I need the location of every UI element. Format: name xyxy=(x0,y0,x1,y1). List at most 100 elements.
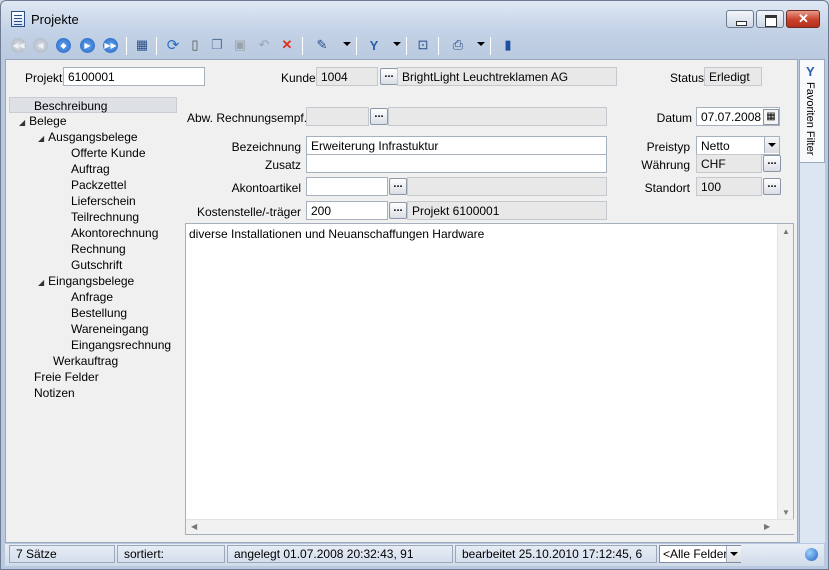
toolbar-separator xyxy=(438,37,439,55)
refresh-icon[interactable]: ⟳ xyxy=(164,36,182,54)
akontoartikel-field[interactable] xyxy=(306,177,388,196)
close-button[interactable] xyxy=(786,10,820,28)
standort-field[interactable]: 100 xyxy=(696,177,762,196)
waehrung-lookup-button[interactable]: ... xyxy=(763,155,781,172)
horizontal-scrollbar[interactable]: ◀ ▶ xyxy=(186,519,794,534)
preistyp-dropdown-icon[interactable] xyxy=(764,137,779,153)
tree-item-label: Offerte Kunde xyxy=(71,146,146,160)
kostenstelle-field[interactable]: 200 xyxy=(306,201,388,220)
tree-item-werkauftrag[interactable]: Werkauftrag xyxy=(53,353,118,369)
window: Projekte ◀◀ ◀ ◆ ▶ ▶▶ ▦ ⟳ ▯ ❐ ▣ ↶ ✕ ✎ Y ⊡… xyxy=(0,0,829,570)
scroll-left-icon[interactable]: ◀ xyxy=(191,522,197,531)
kostenstelle-lookup-button[interactable]: ... xyxy=(389,202,407,219)
tree-item-label: Notizen xyxy=(34,386,75,400)
new-document-icon[interactable]: ▯ xyxy=(186,36,204,54)
next-record-icon[interactable]: ▶ xyxy=(80,38,95,53)
print-icon[interactable]: ⎙ xyxy=(449,36,467,54)
abw-rechnungsempf-lookup-button[interactable]: ... xyxy=(370,108,388,125)
tree-item-eingangsbelege[interactable]: ◢ Eingangsbelege xyxy=(38,273,134,289)
bezeichnung-field[interactable]: Erweiterung Infrastuktur xyxy=(306,136,607,155)
filter-dropdown-icon[interactable] xyxy=(393,42,401,46)
tree-item-eingangsrechnung[interactable]: Eingangsrechnung xyxy=(71,337,171,353)
collapse-icon[interactable]: ◢ xyxy=(38,131,44,147)
description-textarea[interactable]: diverse Installationen und Neuanschaffun… xyxy=(185,223,794,535)
standort-label: Standort xyxy=(644,181,690,195)
tree-item-bestellung[interactable]: Bestellung xyxy=(71,305,127,321)
navigation-tree: Beschreibung ◢ Belege ◢ Ausgangsbelege Off… xyxy=(9,97,177,537)
tree-item-lieferschein[interactable]: Lieferschein xyxy=(71,193,136,209)
scroll-right-icon[interactable]: ▶ xyxy=(764,522,770,531)
window-title: Projekte xyxy=(31,12,79,27)
akontoartikel-label: Akontoartikel xyxy=(231,181,301,195)
tree-item-anfrage[interactable]: Anfrage xyxy=(71,289,113,305)
last-record-icon[interactable]: ▶▶ xyxy=(103,38,118,53)
akontoartikel-lookup-button[interactable]: ... xyxy=(389,178,407,195)
copy-icon[interactable]: ❐ xyxy=(208,36,226,54)
scroll-up-icon[interactable]: ▲ xyxy=(782,227,790,236)
tree-item-wareneingang[interactable]: Wareneingang xyxy=(71,321,149,337)
abw-rechnungsempf-field[interactable] xyxy=(306,107,369,126)
tree-item-label: Wareneingang xyxy=(71,322,149,336)
projekt-field[interactable]: 6100001 xyxy=(63,67,205,86)
tree-item-label: Freie Felder xyxy=(34,370,99,384)
calendar-icon[interactable]: ▦ xyxy=(763,109,779,125)
tree-item-rechnung[interactable]: Rechnung xyxy=(71,241,126,257)
tree-item-packzettel[interactable]: Packzettel xyxy=(71,177,126,193)
kunde-field[interactable]: 1004 xyxy=(316,67,378,86)
details-icon[interactable]: ⊡ xyxy=(414,36,432,54)
notebook-icon[interactable]: ▮ xyxy=(499,36,517,54)
kostenstelle-name-field: Projekt 6100001 xyxy=(407,201,607,220)
tree-item-label: Auftrag xyxy=(71,162,110,176)
kostenstelle-label: Kostenstelle/-träger xyxy=(196,205,301,219)
toolbar-separator xyxy=(406,37,407,55)
tree-item-gutschrift[interactable]: Gutschrift xyxy=(71,257,122,273)
tree-item-auftrag[interactable]: Auftrag xyxy=(71,161,110,177)
first-record-icon[interactable]: ◀◀ xyxy=(11,38,26,53)
minimize-button[interactable] xyxy=(726,10,754,28)
next-page-icon[interactable]: ◆ xyxy=(56,38,71,53)
waehrung-field[interactable]: CHF xyxy=(696,154,762,173)
tools-dropdown-icon[interactable] xyxy=(343,42,351,46)
standort-lookup-button[interactable]: ... xyxy=(763,178,781,195)
field-filter-dropdown-icon[interactable] xyxy=(726,546,741,562)
collapse-icon[interactable]: ◢ xyxy=(38,275,44,291)
tree-item-freie-felder[interactable]: Freie Felder xyxy=(34,369,99,385)
tree-item-label: Akontorechnung xyxy=(71,226,159,240)
filter-icon[interactable]: Y xyxy=(365,36,383,54)
favoriten-filter-tab[interactable]: Y Favoriten Filter xyxy=(800,59,825,163)
datum-value: 07.07.2008 xyxy=(701,110,762,124)
tree-item-label: Teilrechnung xyxy=(71,210,140,224)
sort-status: sortiert: xyxy=(117,545,225,563)
tree-item-notizen[interactable]: Notizen xyxy=(34,385,75,401)
tree-item-teilrechnung[interactable]: Teilrechnung xyxy=(71,209,139,225)
tree-item-offerte-kunde[interactable]: Offerte Kunde xyxy=(71,145,146,161)
preistyp-value: Netto xyxy=(701,139,730,153)
status-label: Status xyxy=(670,71,705,85)
tree-item-label: Belege xyxy=(29,114,67,128)
tree-item-beschreibung[interactable]: Beschreibung xyxy=(9,97,177,113)
undo-icon[interactable]: ↶ xyxy=(255,36,273,54)
tree-item-label: Anfrage xyxy=(71,290,114,304)
status-field: Erledigt xyxy=(704,67,762,86)
maximize-button[interactable] xyxy=(756,10,784,28)
vertical-scrollbar[interactable]: ▲ ▼ xyxy=(777,224,793,520)
toolbar-separator xyxy=(302,37,303,55)
delete-icon[interactable]: ✕ xyxy=(278,36,296,54)
print-dropdown-icon[interactable] xyxy=(477,42,485,46)
table-view-icon[interactable]: ▦ xyxy=(133,36,151,54)
kunde-lookup-button[interactable]: ... xyxy=(380,68,398,85)
kunde-label: Kunde xyxy=(281,71,316,85)
tree-item-akontorechnung[interactable]: Akontorechnung xyxy=(71,225,158,241)
tree-item-belege[interactable]: ◢ Belege xyxy=(19,113,67,129)
zusatz-field[interactable] xyxy=(306,154,607,173)
collapse-icon[interactable]: ◢ xyxy=(19,115,25,131)
save-icon[interactable]: ▣ xyxy=(231,36,249,54)
scroll-down-icon[interactable]: ▼ xyxy=(782,508,790,517)
abw-rechnungsempf-label: Abw. Rechnungsempf. xyxy=(187,111,308,125)
previous-record-icon[interactable]: ◀ xyxy=(33,38,48,53)
tree-item-label: Eingangsrechnung xyxy=(71,338,172,352)
tree-item-ausgangsbelege[interactable]: ◢ Ausgangsbelege xyxy=(38,129,138,145)
waehrung-label: Währung xyxy=(641,158,690,172)
tools-icon[interactable]: ✎ xyxy=(313,36,331,54)
tree-item-label: Gutschrift xyxy=(71,258,123,272)
